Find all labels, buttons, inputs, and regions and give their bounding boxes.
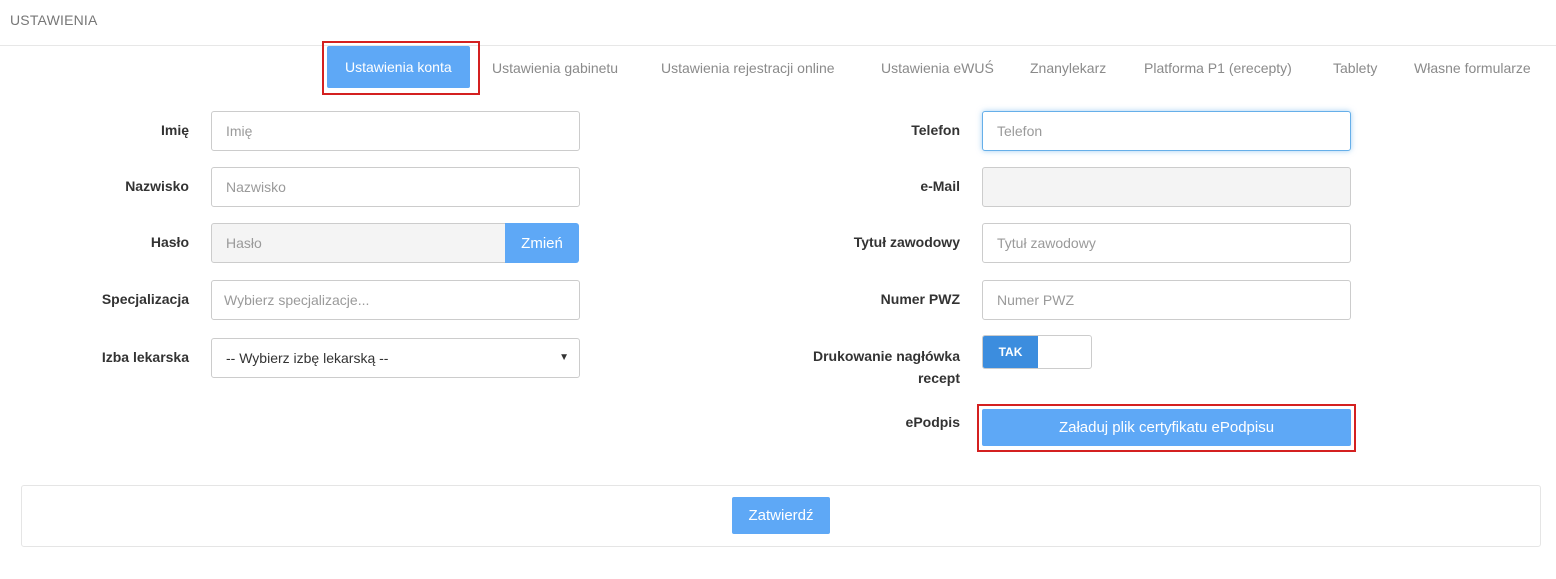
caret-down-icon: ▼ bbox=[559, 352, 569, 363]
tab-ustawienia-ewus[interactable]: Ustawienia eWUŚ bbox=[881, 46, 994, 90]
page-title: USTAWIENIA bbox=[10, 12, 98, 28]
toggle-on-label: TAK bbox=[983, 336, 1038, 368]
tytul-zawodowy-label: Tytuł zawodowy bbox=[853, 234, 960, 250]
change-password-button[interactable]: Zmień bbox=[505, 223, 579, 263]
upload-epodpis-button[interactable]: Załaduj plik certyfikatu ePodpisu bbox=[982, 409, 1351, 446]
tab-platforma-p1[interactable]: Platforma P1 (erecepty) bbox=[1144, 46, 1292, 90]
imie-label: Imię bbox=[160, 122, 189, 138]
numer-pwz-label: Numer PWZ bbox=[880, 291, 960, 307]
haslo-label: Hasło bbox=[150, 234, 189, 250]
imie-input[interactable] bbox=[211, 111, 580, 151]
epodpis-label: ePodpis bbox=[905, 414, 960, 430]
telefon-input[interactable] bbox=[982, 111, 1351, 151]
page-header: USTAWIENIA bbox=[0, 0, 1556, 46]
nazwisko-input[interactable] bbox=[211, 167, 580, 207]
drukowanie-naglowka-label: Drukowanie nagłówka recept bbox=[740, 345, 960, 389]
drukowanie-naglowka-label-line2: recept bbox=[917, 370, 960, 386]
nazwisko-label: Nazwisko bbox=[125, 178, 189, 194]
haslo-input[interactable] bbox=[211, 223, 507, 263]
specjalizacja-input[interactable] bbox=[211, 280, 580, 320]
tab-wlasne-formularze[interactable]: Własne formularze bbox=[1414, 46, 1531, 90]
active-tab-highlight bbox=[322, 41, 480, 95]
email-label: e-Mail bbox=[920, 178, 960, 194]
email-input[interactable] bbox=[982, 167, 1351, 207]
submit-button[interactable]: Zatwierdź bbox=[732, 497, 830, 534]
izba-lekarska-selected: -- Wybierz izbę lekarską -- bbox=[226, 350, 389, 366]
specjalizacja-label: Specjalizacja bbox=[101, 291, 189, 307]
izba-lekarska-label: Izba lekarska bbox=[101, 349, 189, 365]
drukowanie-naglowka-toggle[interactable]: TAK bbox=[982, 335, 1092, 369]
izba-lekarska-select[interactable]: -- Wybierz izbę lekarską -- ▼ bbox=[211, 338, 580, 378]
telefon-label: Telefon bbox=[911, 122, 960, 138]
tab-ustawienia-gabinetu[interactable]: Ustawienia gabinetu bbox=[492, 46, 618, 90]
settings-tabs: Ustawienia konta Ustawienia gabinetu Ust… bbox=[0, 46, 1556, 94]
drukowanie-naglowka-label-line1: Drukowanie nagłówka bbox=[812, 348, 960, 364]
numer-pwz-input[interactable] bbox=[982, 280, 1351, 320]
tytul-zawodowy-input[interactable] bbox=[982, 223, 1351, 263]
tab-tablety[interactable]: Tablety bbox=[1333, 46, 1377, 90]
tab-znanylekarz[interactable]: Znanylekarz bbox=[1030, 46, 1106, 90]
tab-ustawienia-rejestracji-online[interactable]: Ustawienia rejestracji online bbox=[661, 46, 835, 90]
